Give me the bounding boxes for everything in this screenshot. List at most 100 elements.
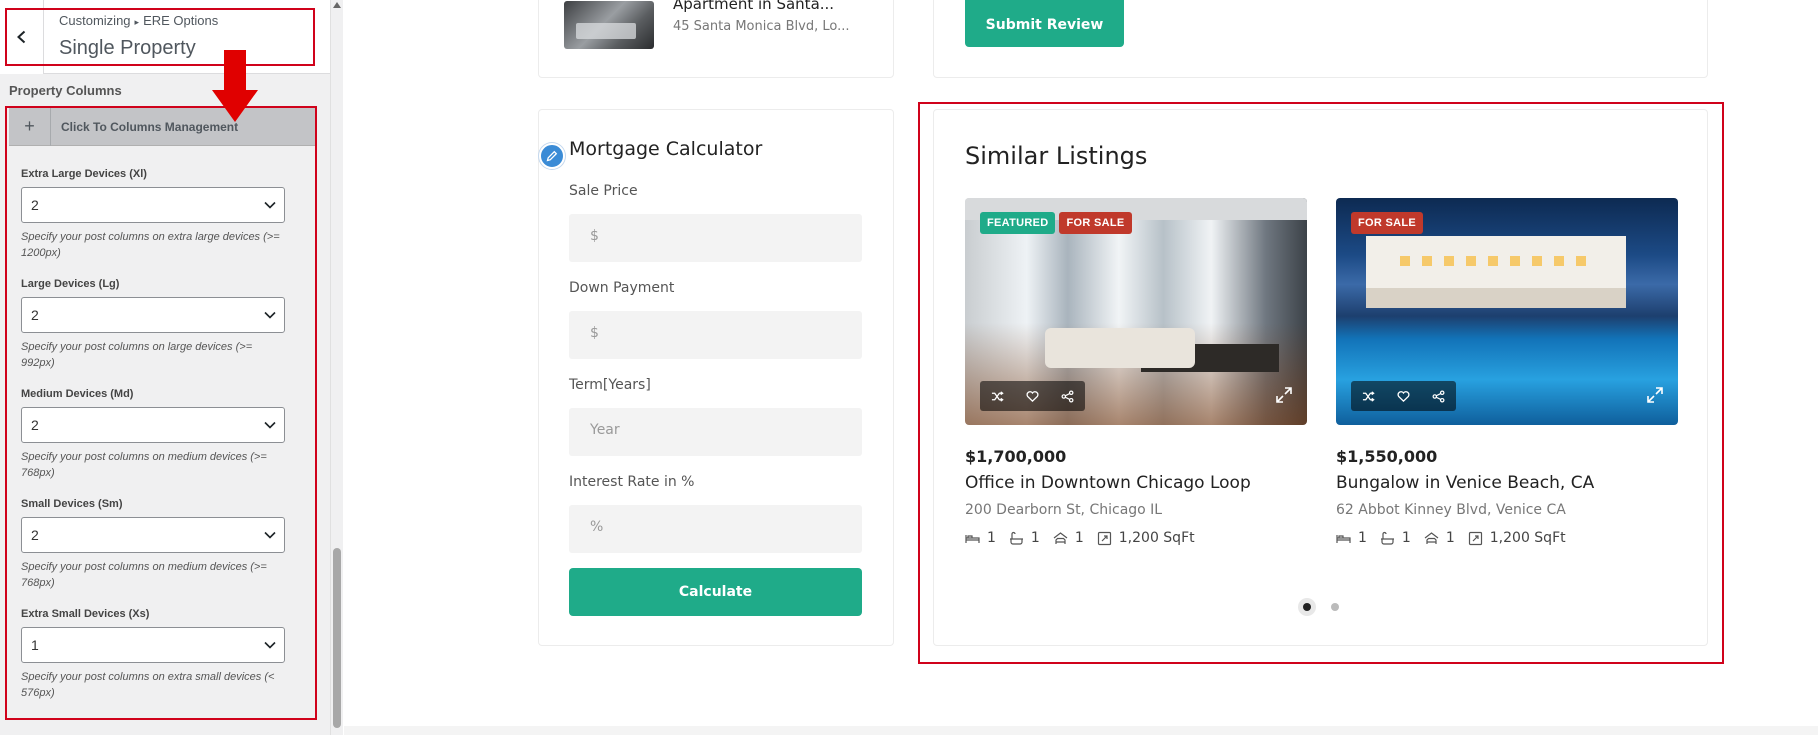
select-value: 1 <box>31 637 39 653</box>
breadcrumb: Customizing ▸ ERE Options <box>59 13 218 28</box>
section-label: Property Columns <box>9 83 122 98</box>
shuffle-icon <box>1362 390 1375 402</box>
listing-card: FEATURED FOR SALE $1,700,000 Office in D… <box>965 198 1307 546</box>
carousel-dot-1[interactable] <box>1298 598 1316 616</box>
sidebar-scrollbar[interactable] <box>330 0 343 735</box>
beds-value: 1 <box>1358 530 1367 546</box>
listing-photo[interactable]: FEATURED FOR SALE <box>965 198 1307 425</box>
field-label: Extra Small Devices (Xs) <box>21 608 150 620</box>
site-preview: Apartment in Santa... 45 Santa Monica Bl… <box>344 0 1818 735</box>
select-value: 2 <box>31 307 39 323</box>
listing-card: FOR SALE $1,550,000 Bungalow in Venice B… <box>1336 198 1678 546</box>
lg-columns-select[interactable]: 2 <box>21 297 285 333</box>
field-description: Specify your post columns on medium devi… <box>21 451 267 479</box>
listing-address: 62 Abbot Kinney Blvd, Venice CA <box>1336 502 1566 518</box>
for-sale-badge: FOR SALE <box>1351 212 1424 234</box>
field-sm-columns: Small Devices (Sm) 2 Specify your post c… <box>21 498 285 591</box>
down-payment-input[interactable]: $ <box>569 311 862 359</box>
area-icon <box>1097 531 1111 545</box>
share-icon <box>1432 390 1445 402</box>
sale-price-input[interactable]: $ <box>569 214 862 262</box>
preview-footer-strip <box>344 726 1818 735</box>
down-payment-label: Down Payment <box>569 280 675 296</box>
listing-photo[interactable]: FOR SALE <box>1336 198 1678 425</box>
carousel-pagination <box>1298 598 1344 616</box>
listing-title[interactable]: Bungalow in Venice Beach, CA <box>1336 473 1678 493</box>
car-icon <box>1053 531 1068 544</box>
field-label: Extra Large Devices (Xl) <box>21 168 147 180</box>
xl-columns-select[interactable]: 2 <box>21 187 285 223</box>
baths-value: 1 <box>1030 530 1040 546</box>
field-description: Specify your post columns on extra large… <box>21 231 280 259</box>
area-feature: 1,200 SqFt <box>1097 530 1195 546</box>
columns-management-toggle[interactable]: + Click To Columns Management <box>9 107 315 146</box>
chevron-down-icon <box>264 531 276 539</box>
beds-feature: 1 <box>1336 530 1367 546</box>
favorite-button[interactable] <box>1015 381 1050 411</box>
field-xs-columns: Extra Small Devices (Xs) 1 Specify your … <box>21 608 285 701</box>
listing-badges: FOR SALE <box>1351 212 1424 234</box>
field-description: Specify your post columns on extra small… <box>21 671 275 699</box>
toggle-label: Click To Columns Management <box>61 119 239 134</box>
calculate-button[interactable]: Calculate <box>569 568 862 616</box>
baths-feature: 1 <box>1380 530 1411 546</box>
interest-rate-input[interactable]: % <box>569 505 862 553</box>
carousel-dot-2[interactable] <box>1326 598 1344 616</box>
edit-shortcut-button[interactable] <box>539 143 565 169</box>
property-thumbnail[interactable] <box>564 1 654 49</box>
similar-listings: Similar Listings FEATURED FOR SALE $1,70… <box>933 109 1708 646</box>
garages-value: 1 <box>1074 530 1084 546</box>
customizer-sidebar: Customizing ▸ ERE Options Single Property … <box>0 0 343 735</box>
compare-button[interactable] <box>1351 381 1386 411</box>
expand-icon[interactable] <box>1275 386 1293 404</box>
garages-feature: 1 <box>1424 530 1455 546</box>
area-icon <box>1468 531 1482 545</box>
field-xl-columns: Extra Large Devices (Xl) 2 Specify your … <box>21 168 285 261</box>
field-label: Medium Devices (Md) <box>21 388 134 400</box>
share-button[interactable] <box>1421 381 1456 411</box>
term-label: Term[Years] <box>569 377 651 393</box>
favorite-button[interactable] <box>1386 381 1421 411</box>
property-title[interactable]: Apartment in Santa... <box>673 0 834 13</box>
xs-columns-select[interactable]: 1 <box>21 627 285 663</box>
customizer-header: Customizing ▸ ERE Options Single Property <box>0 0 330 74</box>
md-columns-select[interactable]: 2 <box>21 407 285 443</box>
beds-feature: 1 <box>965 530 996 546</box>
share-icon <box>1061 390 1074 402</box>
beds-value: 1 <box>987 530 996 546</box>
mortgage-title: Mortgage Calculator <box>569 138 763 160</box>
bath-icon <box>1009 531 1023 545</box>
listing-badges: FEATURED FOR SALE <box>980 212 1132 234</box>
scroll-up-icon[interactable] <box>333 2 341 8</box>
garages-feature: 1 <box>1053 530 1084 546</box>
listing-features: 1 1 1 1,200 SqFt <box>965 530 1307 546</box>
listing-price: $1,700,000 <box>965 447 1067 466</box>
submit-review-button[interactable]: Submit Review <box>965 0 1124 47</box>
mortgage-calculator: Mortgage Calculator Sale Price $ Down Pa… <box>538 109 894 646</box>
listing-price: $1,550,000 <box>1336 447 1438 466</box>
area-value: 1,200 SqFt <box>1489 530 1566 546</box>
listing-title[interactable]: Office in Downtown Chicago Loop <box>965 473 1307 493</box>
baths-feature: 1 <box>1009 530 1040 546</box>
sm-columns-select[interactable]: 2 <box>21 517 285 553</box>
term-input[interactable]: Year <box>569 408 862 456</box>
interest-rate-label: Interest Rate in % <box>569 474 695 490</box>
property-mini-card: Apartment in Santa... 45 Santa Monica Bl… <box>538 0 894 78</box>
for-sale-badge: FOR SALE <box>1059 212 1132 234</box>
featured-badge: FEATURED <box>980 212 1056 234</box>
field-description: Specify your post columns on large devic… <box>21 341 253 369</box>
field-md-columns: Medium Devices (Md) 2 Specify your post … <box>21 388 285 481</box>
expand-icon[interactable] <box>1646 386 1664 404</box>
field-label: Small Devices (Sm) <box>21 498 123 510</box>
scrollbar-thumb[interactable] <box>333 548 341 728</box>
chevron-down-icon <box>264 201 276 209</box>
garages-value: 1 <box>1445 530 1455 546</box>
back-button[interactable] <box>0 0 44 74</box>
baths-value: 1 <box>1401 530 1411 546</box>
select-value: 2 <box>31 197 39 213</box>
share-button[interactable] <box>1050 381 1085 411</box>
field-description: Specify your post columns on medium devi… <box>21 561 267 589</box>
listing-actions <box>1351 381 1456 411</box>
compare-button[interactable] <box>980 381 1015 411</box>
listing-features: 1 1 1 1,200 SqFt <box>1336 530 1678 546</box>
